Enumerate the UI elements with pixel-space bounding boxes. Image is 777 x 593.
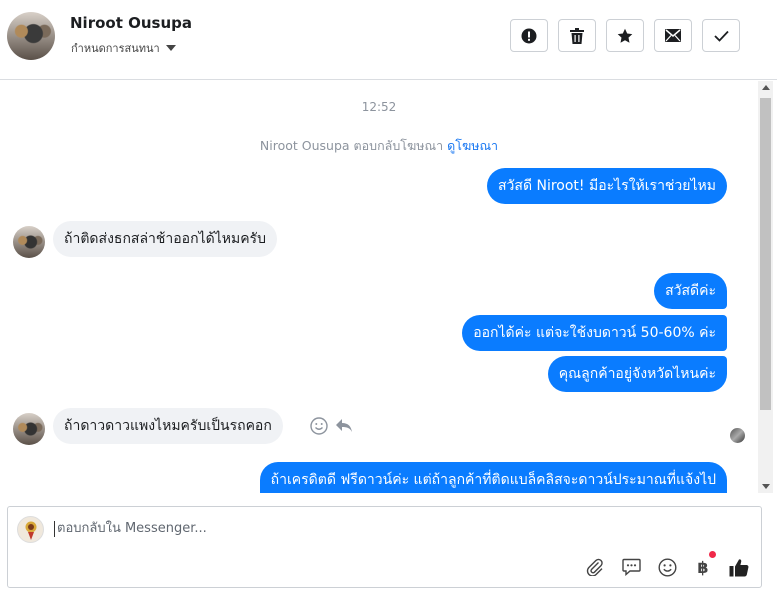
checkmark-icon [713,30,729,42]
envelope-icon [665,29,681,42]
reply-arrow-icon[interactable] [335,417,353,435]
caret-down-icon [165,45,176,51]
assign-conversation-dropdown[interactable]: กำหนดการสนทนา [71,39,176,57]
message-timestamp: 12:52 [361,100,397,114]
react-emoji-icon[interactable] [310,417,328,435]
scroll-down-arrow-icon[interactable] [762,484,770,489]
page-logo-icon [25,521,36,540]
reply-composer: ตอบกลับใน Messenger... ฿ [7,506,762,588]
message-bubble-outgoing[interactable]: ออกได้ค่ะ แต่จะใช้งบดาวน์ 50-60% ค่ะ [462,315,727,351]
scrollbar-thumb[interactable] [760,98,771,410]
scroll-up-arrow-icon[interactable] [762,85,770,90]
message-bubble-outgoing[interactable]: สวัสดี Niroot! มีอะไรให้เราช่วยไหม [487,168,727,204]
seen-avatar-icon [730,428,745,443]
page-avatar [17,516,44,543]
message-bubble-outgoing[interactable]: ถ้าเครดิตดี ฟรีดาวน์ค่ะ แต่ถ้าลูกค้าที่ต… [259,462,727,493]
trash-icon [570,27,584,44]
conversation-header: Niroot Ousupa กำหนดการสนทนา [0,0,777,80]
message-bubble-incoming[interactable]: ถ้าติดส่งธกสล่าช้าออกได้ไหมครับ [53,221,277,257]
contact-avatar[interactable] [7,12,55,60]
message-bubble-incoming[interactable]: ถ้าดาวดาวแพงไหมครับเป็นรถคอก [53,408,283,444]
assign-label: กำหนดการสนทนา [71,42,160,55]
message-bubble-outgoing[interactable]: คุณลูกค้าอยู่จังหวัดไหนค่ะ [547,356,727,392]
thumbs-up-icon[interactable] [729,557,749,577]
mark-unread-button[interactable] [654,19,692,52]
contact-avatar-small[interactable] [13,226,45,258]
contact-avatar-small[interactable] [13,413,45,445]
ad-reply-text: Niroot Ousupa ตอบกลับโฆษณา [259,138,444,153]
star-button[interactable] [606,19,644,52]
baht-symbol: ฿ [697,557,709,577]
alert-icon [521,28,537,43]
mark-spam-button[interactable] [510,19,548,52]
mark-done-button[interactable] [702,19,740,52]
saved-reply-icon[interactable] [621,557,641,577]
attachment-icon[interactable] [585,557,605,577]
delete-button[interactable] [558,19,596,52]
ad-reply-note: Niroot Ousupa ตอบกลับโฆษณา ดูโฆษณา [0,136,758,156]
emoji-icon[interactable] [657,557,677,577]
view-ad-link[interactable]: ดูโฆษณา [447,138,498,153]
star-icon [617,28,633,43]
thread-scrollbar[interactable] [758,81,773,493]
contact-name[interactable]: Niroot Ousupa [70,14,192,32]
notification-dot [709,551,716,558]
message-bubble-outgoing[interactable]: สวัสดีค่ะ [654,273,727,309]
reply-input[interactable]: ตอบกลับใน Messenger... [54,521,207,537]
payment-icon[interactable]: ฿ [693,557,713,577]
